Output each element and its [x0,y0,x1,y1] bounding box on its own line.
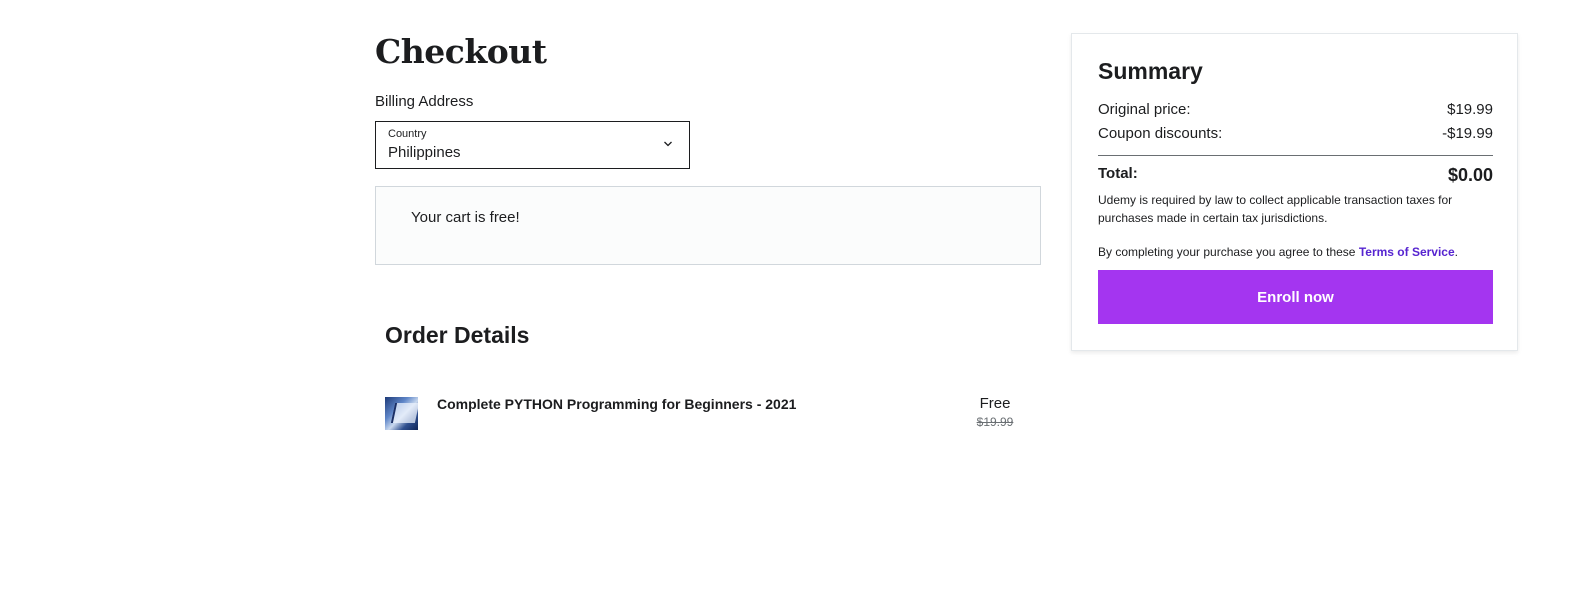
country-value: Philippines [388,144,461,161]
original-price-label: Original price: [1098,101,1191,118]
coupon-discount-label: Coupon discounts: [1098,125,1223,142]
summary-title: Summary [1098,58,1203,84]
country-select[interactable]: Country Philippines [375,121,690,169]
page-title: Checkout [375,32,547,71]
order-item: Complete PYTHON Programming for Beginner… [385,392,1025,432]
payment-free-notice: Your cart is free! [375,186,1041,265]
billing-address-label: Billing Address [375,93,474,110]
country-caption: Country [388,128,427,140]
checkout-page: Checkout Billing Address Country Philipp… [0,0,1596,597]
thumbnail-graphic [390,403,418,423]
order-details-heading: Order Details [385,322,530,348]
chevron-down-icon [664,141,672,147]
free-cart-message: Your cart is free! [411,209,520,226]
enroll-now-button[interactable]: Enroll now [1098,270,1493,324]
summary-divider [1098,155,1493,156]
tax-notice: Udemy is required by law to collect appl… [1098,193,1453,225]
terms-of-service-link[interactable]: Terms of Service [1359,245,1455,259]
coupon-discount-value: -$19.99 [1442,125,1493,142]
coupon-discount-row: Coupon discounts: -$19.99 [1098,125,1493,142]
terms-agreement: By completing your purchase you agree to… [1098,245,1493,259]
original-price-row: Original price: $19.99 [1098,101,1493,118]
total-value: $0.00 [1447,165,1493,185]
terms-agreement-text: By completing your purchase you agree to… [1098,245,1359,259]
course-price: Free $19.99 [965,395,1025,429]
total-label: Total: [1098,165,1138,182]
course-current-price: Free [979,395,1011,412]
course-thumbnail-image [385,397,418,430]
total-row: Total: $0.00 [1098,165,1493,186]
terms-agreement-suffix: . [1454,245,1458,259]
summary-card: Summary Original price: $19.99 Coupon di… [1071,33,1518,351]
course-original-price: $19.99 [976,415,1014,429]
course-title: Complete PYTHON Programming for Beginner… [437,396,797,412]
original-price-value: $19.99 [1447,101,1493,118]
